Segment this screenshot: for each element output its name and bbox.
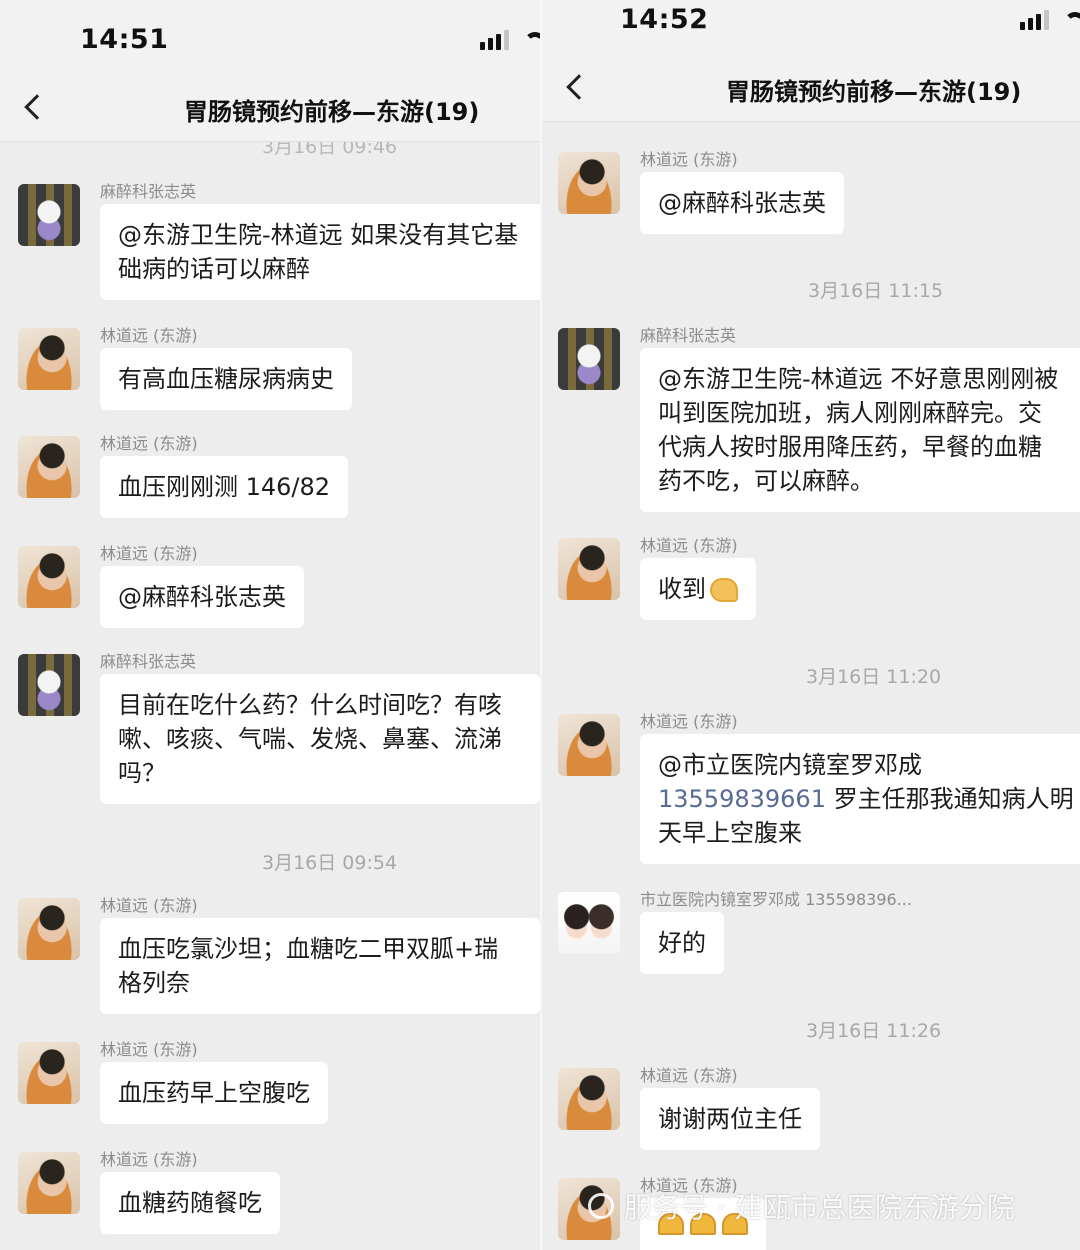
sender-name: 林道远 (东游)	[100, 1150, 198, 1169]
avatar[interactable]	[18, 1152, 80, 1214]
message-bubble[interactable]: 血压药早上空腹吃	[100, 1062, 328, 1124]
timestamp: 3月16日 11:15	[808, 280, 944, 302]
status-bar: 14:51	[0, 0, 542, 80]
message-bubble[interactable]: @东游卫生院-林道远 不好意思刚刚被 叫到医院加班，病人刚刚麻醉完。交 代病人按…	[640, 348, 1080, 512]
ok-hand-emoji	[710, 578, 738, 602]
left-chat-screen: 14:51 胃肠镜预约前移—东游(19) 3月16日 09:46 麻醉科张志英 …	[0, 0, 542, 1250]
sender-name: 林道远 (东游)	[640, 712, 738, 731]
message-list[interactable]: 林道远 (东游) @麻醉科张志英 3月16日 11:15 麻醉科张志英 @东游卫…	[542, 122, 1080, 1250]
wifi-icon	[1064, 12, 1080, 34]
message-list[interactable]: 3月16日 09:46 麻醉科张志英 @东游卫生院-林道远 如果没有其它基 础病…	[0, 142, 542, 1250]
avatar[interactable]	[18, 1042, 80, 1104]
chat-header: 胃肠镜预约前移—东游(19)	[542, 60, 1080, 122]
message-bubble[interactable]: 好的	[640, 912, 724, 974]
message-bubble[interactable]: @东游卫生院-林道远 如果没有其它基 础病的话可以麻醉	[100, 204, 542, 300]
message-bubble[interactable]: 血压刚刚测 146/82	[100, 456, 349, 518]
sender-name: 林道远 (东游)	[640, 150, 738, 169]
chat-title: 胃肠镜预约前移—东游(19)	[184, 98, 480, 126]
sender-name: 市立医院内镜室罗邓成 135598396...	[640, 890, 912, 909]
phone-link[interactable]: 13559839661	[658, 785, 826, 813]
chat-title: 胃肠镜预约前移—东游(19)	[726, 78, 1022, 106]
avatar[interactable]	[18, 184, 80, 246]
timestamp: 3月16日 09:46	[262, 142, 398, 158]
avatar[interactable]	[18, 436, 80, 498]
back-icon[interactable]	[24, 94, 50, 120]
avatar[interactable]	[558, 538, 620, 600]
message-bubble[interactable]: @市立医院内镜室罗邓成 13559839661 罗主任那我通知病人明 天早上空腹…	[640, 734, 1080, 864]
watermark: 服务号 · 建瓯市总医院东游分院	[588, 1186, 1015, 1226]
sender-name: 林道远 (东游)	[100, 434, 198, 453]
chat-header: 胃肠镜预约前移—东游(19)	[0, 80, 542, 142]
avatar[interactable]	[558, 152, 620, 214]
timestamp: 3月16日 11:20	[806, 666, 942, 688]
status-time: 14:51	[80, 24, 169, 55]
chat-screenshots: 14:51 胃肠镜预约前移—东游(19) 3月16日 09:46 麻醉科张志英 …	[0, 0, 1080, 1250]
timestamp: 3月16日 11:26	[806, 1020, 942, 1042]
sender-name: 麻醉科张志英	[640, 326, 737, 345]
avatar[interactable]	[18, 328, 80, 390]
back-icon[interactable]	[566, 74, 592, 100]
signal-icon	[480, 30, 509, 50]
avatar[interactable]	[558, 714, 620, 776]
avatar[interactable]	[558, 1068, 620, 1130]
message-bubble[interactable]: @麻醉科张志英	[640, 172, 844, 234]
avatar[interactable]	[18, 898, 80, 960]
status-time: 14:52	[620, 4, 709, 35]
right-chat-screen: 14:52 胃肠镜预约前移—东游(19) 林道远 (东游) @麻醉科张志英 3月…	[542, 0, 1080, 1250]
sender-name: 麻醉科张志英	[100, 182, 197, 201]
avatar[interactable]	[558, 892, 620, 954]
sender-name: 林道远 (东游)	[100, 326, 198, 345]
avatar[interactable]	[558, 328, 620, 390]
sender-name: 林道远 (东游)	[100, 896, 198, 915]
message-bubble[interactable]: 收到	[640, 558, 756, 620]
avatar[interactable]	[18, 654, 80, 716]
sender-name: 林道远 (东游)	[640, 536, 738, 555]
message-bubble[interactable]: @麻醉科张志英	[100, 566, 304, 628]
sender-name: 林道远 (东游)	[100, 1040, 198, 1059]
signal-icon	[1020, 10, 1049, 30]
message-bubble[interactable]: 谢谢两位主任	[640, 1088, 820, 1150]
sender-name: 林道远 (东游)	[640, 1066, 738, 1085]
message-bubble[interactable]: 血压吃氯沙坦；血糖吃二甲双胍+瑞 格列奈	[100, 918, 540, 1014]
sender-name: 林道远 (东游)	[100, 544, 198, 563]
sender-name: 麻醉科张志英	[100, 652, 197, 671]
message-bubble[interactable]: 有高血压糖尿病病史	[100, 348, 352, 410]
status-bar: 14:52	[542, 0, 1080, 60]
service-account-icon	[588, 1193, 614, 1219]
avatar[interactable]	[18, 546, 80, 608]
message-bubble[interactable]: 血糖药随餐吃	[100, 1172, 280, 1234]
timestamp: 3月16日 09:54	[262, 852, 398, 874]
message-bubble[interactable]: 目前在吃什么药？什么时间吃？有咳 嗽、咳痰、气喘、发烧、鼻塞、流涕 吗？	[100, 674, 540, 804]
